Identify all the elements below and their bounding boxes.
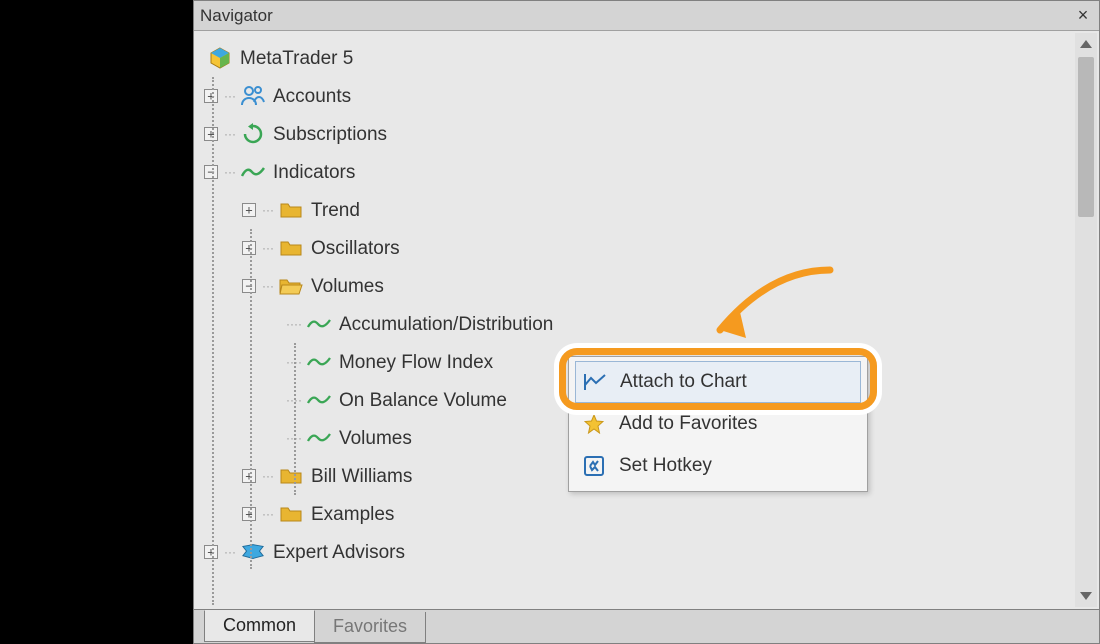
tree-item-indicators[interactable]: −··· Indicators <box>204 153 1095 191</box>
obv-label: On Balance Volume <box>339 391 507 410</box>
expander-plus-icon[interactable]: + <box>242 241 256 255</box>
hotkey-icon <box>581 453 607 479</box>
scroll-up-icon[interactable] <box>1075 33 1097 55</box>
trend-label: Trend <box>311 201 360 220</box>
ctx-attach-to-chart[interactable]: Attach to Chart <box>575 361 861 403</box>
navigator-tabs: Common Favorites <box>194 609 1099 643</box>
expander-plus-icon[interactable]: + <box>242 469 256 483</box>
tree-guide <box>212 77 214 605</box>
tree-item-volumes-folder[interactable]: −··· Volumes <box>204 267 1095 305</box>
tree-root[interactable]: MetaTrader 5 <box>204 39 1095 77</box>
tree-item-subscriptions[interactable]: +··· Subscriptions <box>204 115 1095 153</box>
star-icon <box>581 411 607 437</box>
ctx-set-hotkey[interactable]: Set Hotkey <box>573 445 863 487</box>
accounts-icon <box>241 84 265 108</box>
accdist-label: Accumulation/Distribution <box>339 315 553 334</box>
tab-common[interactable]: Common <box>204 610 315 642</box>
expander-plus-icon[interactable]: + <box>242 203 256 217</box>
navigator-titlebar: Navigator × <box>194 1 1099 31</box>
subscriptions-icon <box>241 122 265 146</box>
folder-icon <box>279 198 303 222</box>
navigator-title: Navigator <box>200 6 1073 26</box>
scrollbar[interactable] <box>1075 33 1097 607</box>
tree-item-expert-advisors[interactable]: +··· Expert Advisors <box>204 533 1095 571</box>
context-menu: Attach to Chart Add to Favorites Set Hot… <box>568 356 868 492</box>
tree-item-accounts[interactable]: +··· Accounts <box>204 77 1095 115</box>
ctx-fav-label: Add to Favorites <box>619 413 757 435</box>
expander-plus-icon[interactable]: + <box>204 545 218 559</box>
expert-advisors-label: Expert Advisors <box>273 543 405 562</box>
folder-icon <box>279 464 303 488</box>
close-icon[interactable]: × <box>1073 6 1093 26</box>
ctx-attach-label: Attach to Chart <box>620 371 747 393</box>
subscriptions-label: Subscriptions <box>273 125 387 144</box>
indicator-icon <box>307 426 331 450</box>
scroll-thumb[interactable] <box>1078 57 1094 217</box>
oscillators-label: Oscillators <box>311 239 400 258</box>
tab-favorites[interactable]: Favorites <box>314 612 426 643</box>
chart-line-icon <box>582 369 608 395</box>
tree-item-examples[interactable]: +··· Examples <box>204 495 1095 533</box>
navigator-body: MetaTrader 5 +··· Accounts +··· Subscrip… <box>194 31 1099 609</box>
expert-advisors-icon <box>241 540 265 564</box>
indicator-icon <box>307 312 331 336</box>
scroll-down-icon[interactable] <box>1075 585 1097 607</box>
expander-minus-icon[interactable]: − <box>204 165 218 179</box>
ctx-hotkey-label: Set Hotkey <box>619 455 712 477</box>
indicator-icon <box>307 388 331 412</box>
expander-plus-icon[interactable]: + <box>204 89 218 103</box>
indicator-icon <box>241 160 265 184</box>
billwilliams-label: Bill Williams <box>311 467 412 486</box>
tree-guide <box>250 229 252 569</box>
tree-item-oscillators[interactable]: +··· Oscillators <box>204 229 1095 267</box>
examples-label: Examples <box>311 505 394 524</box>
tree-item-accdist[interactable]: ···· Accumulation/Distribution <box>204 305 1095 343</box>
expander-minus-icon[interactable]: − <box>242 279 256 293</box>
folder-open-icon <box>279 274 303 298</box>
app-icon <box>208 46 232 70</box>
volumes-folder-label: Volumes <box>311 277 384 296</box>
expander-plus-icon[interactable]: + <box>242 507 256 521</box>
indicators-label: Indicators <box>273 163 355 182</box>
mfi-label: Money Flow Index <box>339 353 493 372</box>
accounts-label: Accounts <box>273 87 351 106</box>
navigator-panel: Navigator × MetaTrader 5 +··· Accounts <box>193 0 1100 644</box>
ctx-add-favorites[interactable]: Add to Favorites <box>573 403 863 445</box>
tree-root-label: MetaTrader 5 <box>240 49 353 68</box>
tree-item-trend[interactable]: +··· Trend <box>204 191 1095 229</box>
navigator-tree: MetaTrader 5 +··· Accounts +··· Subscrip… <box>194 31 1099 575</box>
tree-guide <box>294 343 296 495</box>
expander-plus-icon[interactable]: + <box>204 127 218 141</box>
folder-icon <box>279 236 303 260</box>
folder-icon <box>279 502 303 526</box>
indicator-icon <box>307 350 331 374</box>
volumes-label: Volumes <box>339 429 412 448</box>
